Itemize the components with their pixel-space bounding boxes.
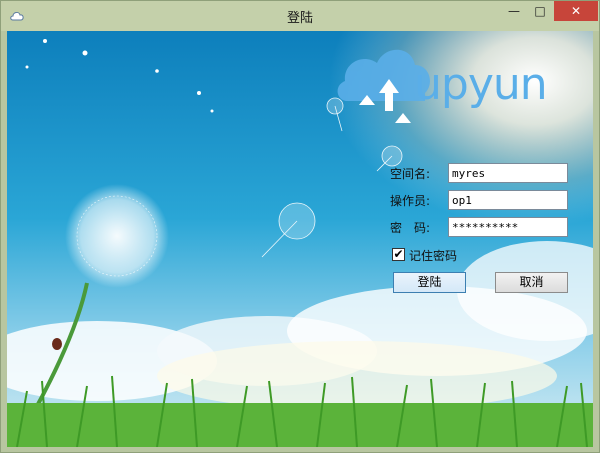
minimize-icon: — <box>508 4 520 18</box>
close-button[interactable]: ✕ <box>554 1 598 21</box>
login-button[interactable]: 登陆 <box>393 272 466 293</box>
login-panel: upyun 空间名: 操作员: 密 码: ✔ 记住密码 登陆 取消 <box>7 31 593 447</box>
minimize-button[interactable]: — <box>501 1 527 21</box>
checkmark-icon: ✔ <box>393 247 404 261</box>
remember-password-label[interactable]: 记住密码 <box>409 247 457 264</box>
login-window: 登陆 — □ ✕ upyun 空间名: myres 操作员: op1 密 码: … <box>0 0 600 453</box>
title-bar[interactable]: 登陆 — □ ✕ <box>1 1 599 31</box>
operator-label: 操作员: <box>390 194 431 208</box>
password-input[interactable] <box>448 217 568 237</box>
cancel-button[interactable]: 取消 <box>495 272 568 293</box>
maximize-icon: □ <box>534 4 546 18</box>
space-name-label: 空间名: <box>390 167 431 181</box>
remember-password-checkbox[interactable]: ✔ <box>392 248 405 261</box>
password-label: 密 码: <box>390 221 431 235</box>
upyun-logo-text: upyun <box>414 59 548 110</box>
space-name-input[interactable] <box>448 163 568 183</box>
operator-input[interactable] <box>448 190 568 210</box>
close-icon: ✕ <box>570 4 582 18</box>
maximize-button[interactable]: □ <box>527 1 553 21</box>
